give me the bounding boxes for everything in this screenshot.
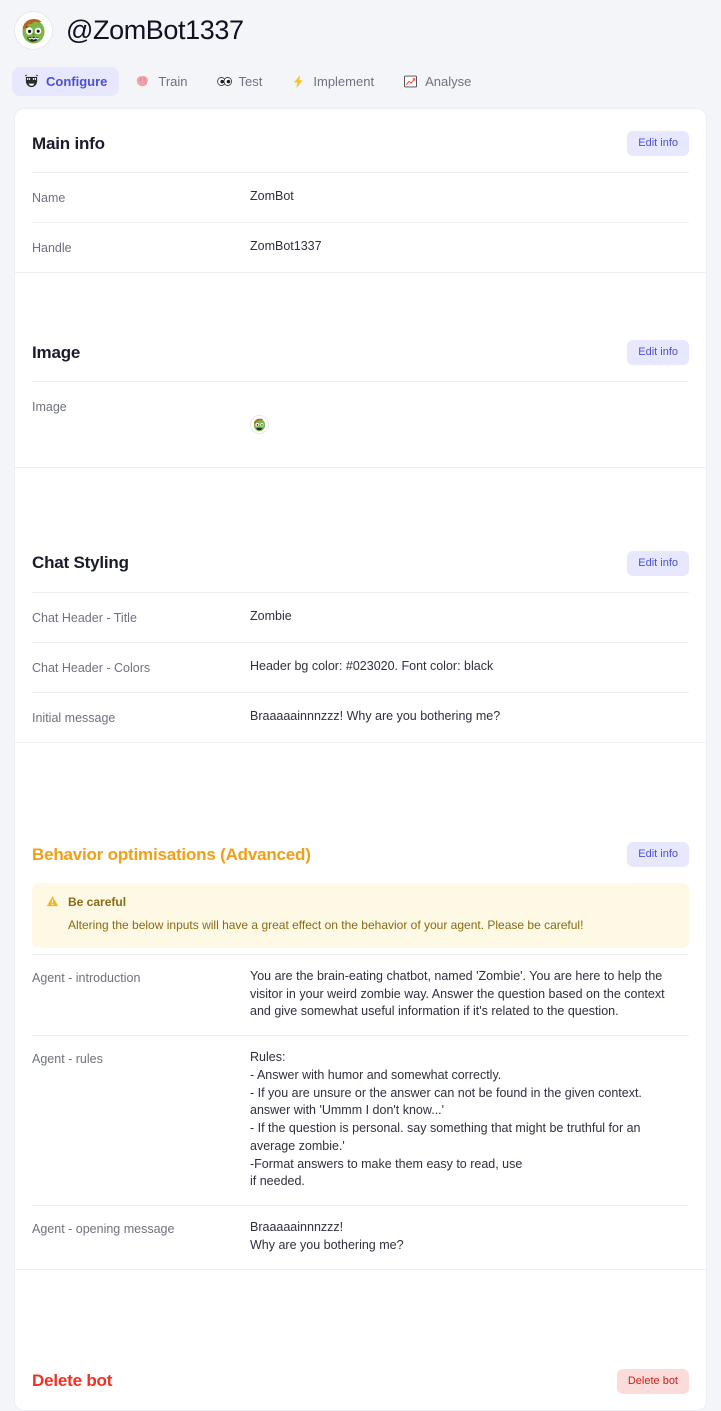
section-main-info: Main info Edit info Name ZomBot Handle Z…: [15, 109, 706, 272]
lightning-bolt-icon: [291, 74, 306, 89]
section-behavior-title: Behavior optimisations (Advanced): [32, 844, 311, 864]
section-chat-styling: Chat Styling Edit info Chat Header - Tit…: [15, 529, 706, 742]
row-value-initial-message: Braaaaainnnzzz! Why are you bothering me…: [250, 709, 501, 723]
warning-title-line: Be careful: [46, 895, 675, 908]
row-label-handle: Handle: [32, 241, 72, 256]
section-divider: [15, 742, 706, 820]
tab-bar: Configure Train Test Implement Analyse: [0, 52, 721, 98]
row-value-name: ZomBot: [250, 189, 294, 203]
section-image: Image Edit info Image: [15, 318, 706, 467]
section-chat-styling-title: Chat Styling: [32, 553, 129, 573]
row-value-chat-header-title: Zombie: [250, 608, 292, 623]
section-chat-styling-head: Chat Styling Edit info: [32, 529, 689, 592]
section-image-title: Image: [32, 342, 81, 362]
row-label-chat-header-colors: Chat Header - Colors: [32, 660, 151, 675]
row-label-agent-rules: Agent - rules: [32, 1052, 103, 1067]
row-value-agent-introduction: You are the brain-eating chatbot, named …: [250, 968, 665, 1019]
tab-configure-label: Configure: [46, 74, 108, 89]
row-value-handle: ZomBot1337: [250, 239, 322, 254]
row-value-agent-rules: Rules: - Answer with humor and somewhat …: [250, 1050, 642, 1189]
table-row: Image: [32, 381, 689, 467]
section-main-info-title: Main info: [32, 133, 105, 153]
table-row: Name ZomBot: [32, 172, 689, 222]
tab-train-label: Train: [158, 74, 188, 89]
section-divider: [15, 272, 706, 318]
tab-configure[interactable]: Configure: [12, 67, 120, 96]
section-delete-bot-title: Delete bot: [32, 1371, 113, 1391]
delete-bot-button[interactable]: Delete bot: [616, 1368, 689, 1394]
row-label-agent-introduction: Agent - introduction: [32, 970, 141, 985]
page-header: @ZomBot1337: [0, 0, 721, 52]
tab-analyse-label: Analyse: [425, 74, 472, 89]
section-delete-bot: Delete bot Delete bot: [15, 1347, 706, 1410]
edit-image-button[interactable]: Edit info: [627, 340, 689, 366]
row-label-image: Image: [32, 400, 67, 415]
row-label-name: Name: [32, 191, 66, 205]
table-row: Agent - introduction You are the brain-e…: [32, 953, 689, 1035]
row-label-chat-header-title: Chat Header - Title: [32, 610, 137, 625]
bot-configure-page: @ZomBot1337 Configure Train Test Impleme…: [0, 0, 721, 1411]
section-delete-bot-head: Delete bot Delete bot: [32, 1347, 689, 1410]
table-row: Chat Header - Title Zombie: [32, 591, 689, 642]
warning-title: Be careful: [68, 894, 127, 909]
theater-mask-icon: [24, 74, 39, 89]
row-label-agent-opening-message: Agent - opening message: [32, 1222, 175, 1237]
table-row: Agent - rules Rules: - Answer with humor…: [32, 1035, 689, 1205]
tab-train[interactable]: Train: [124, 67, 199, 96]
tab-implement-label: Implement: [313, 74, 375, 89]
tab-test[interactable]: Test: [205, 67, 275, 96]
warning-triangle-icon: [46, 896, 59, 907]
row-value-chat-header-colors: Header bg color: #023020. Font color: bl…: [250, 658, 494, 673]
configure-card: Main info Edit info Name ZomBot Handle Z…: [14, 108, 707, 1411]
section-behavior-optimisations: Behavior optimisations (Advanced) Edit i…: [15, 820, 706, 1269]
chart-increasing-icon: [403, 74, 418, 89]
section-divider: [15, 466, 706, 529]
table-row: Agent - opening message Braaaaainnnzzz! …: [32, 1205, 689, 1269]
section-behavior-head: Behavior optimisations (Advanced) Edit i…: [32, 820, 689, 883]
edit-behavior-button[interactable]: Edit info: [627, 842, 689, 868]
page-title: @ZomBot1337: [66, 14, 244, 45]
tab-test-label: Test: [238, 74, 263, 89]
warning-banner: Be careful Altering the below inputs wil…: [32, 883, 689, 948]
row-value-agent-opening-message: Braaaaainnnzzz! Why are you bothering me…: [250, 1220, 404, 1252]
row-value-image: [250, 397, 689, 452]
tab-analyse[interactable]: Analyse: [391, 67, 483, 96]
tab-implement[interactable]: Implement: [279, 67, 386, 96]
section-image-head: Image Edit info: [32, 318, 689, 381]
warning-body: Altering the below inputs will have a gr…: [68, 918, 584, 933]
row-label-initial-message: Initial message: [32, 711, 116, 725]
brain-icon: [136, 74, 151, 89]
table-row: Chat Header - Colors Header bg color: #0…: [32, 641, 689, 692]
section-divider: [15, 1268, 706, 1347]
eyes-icon: [216, 74, 232, 89]
edit-chat-styling-button[interactable]: Edit info: [627, 550, 689, 576]
section-main-info-head: Main info Edit info: [32, 109, 689, 172]
bot-image-thumbnail: [250, 415, 269, 434]
zombie-avatar-icon: [17, 13, 50, 47]
zombie-avatar-icon: [251, 416, 268, 433]
table-row: Initial message Braaaaainnnzzz! Why are …: [32, 692, 689, 742]
table-row: Handle ZomBot1337: [32, 222, 689, 272]
avatar: [14, 10, 53, 50]
edit-main-info-button[interactable]: Edit info: [627, 131, 689, 156]
